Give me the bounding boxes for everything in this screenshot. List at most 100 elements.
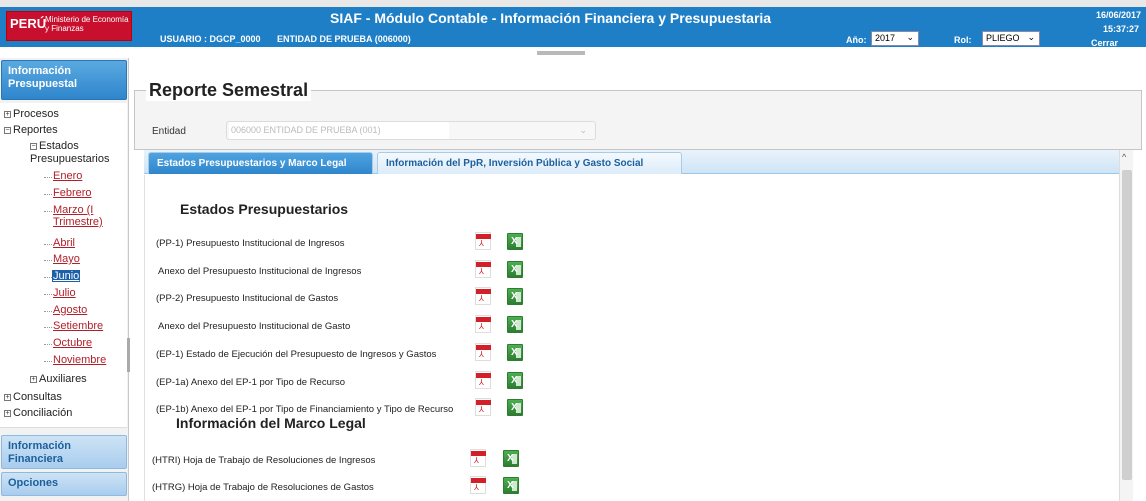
tree-connector	[44, 260, 52, 261]
tree-month-febrero[interactable]: Febrero	[53, 187, 92, 199]
top-strip	[0, 0, 1146, 7]
report-row-label: (HTRG) Hoja de Trabajo de Resoluciones d…	[152, 482, 374, 493]
report-row-label: (EP-1) Estado de Ejecución del Presupues…	[156, 349, 437, 360]
pdf-icon[interactable]: ⅄	[475, 398, 491, 416]
tree-item-estados-presupuestarios[interactable]: − Estados Presupuestarios	[30, 140, 120, 166]
role-value: PLIEGO	[986, 33, 1020, 43]
app-header: PERÚ Ministerio de Economía y Finanzas S…	[0, 0, 1146, 58]
excel-icon[interactable]: X	[507, 261, 523, 278]
tree-month-julio[interactable]: Julio	[53, 287, 76, 299]
tree-month-mayo[interactable]: Mayo	[53, 253, 80, 265]
excel-icon[interactable]: X	[507, 399, 523, 416]
tree-month-noviembre[interactable]: Noviembre	[53, 354, 106, 366]
entity-select-value: 006000 ENTIDAD DE PRUEBA (001)	[229, 122, 449, 139]
tree-month-octubre[interactable]: Octubre	[53, 337, 92, 349]
excel-icon[interactable]: X	[507, 344, 523, 361]
tree-connector	[44, 244, 52, 245]
current-time: 15:37:27	[1103, 24, 1140, 34]
chevron-down-icon: ⌄	[906, 32, 914, 42]
report-row-label: (PP-2) Presupuesto Institucional de Gast…	[156, 293, 339, 304]
current-date: 16/06/2017	[1096, 10, 1142, 20]
tab-informacion-ppr[interactable]: Información del PpR, Inversión Pública y…	[377, 152, 682, 174]
chevron-down-icon: ⌄	[1027, 32, 1035, 42]
entity-select[interactable]: 006000 ENTIDAD DE PRUEBA (001) ⌄	[226, 121, 596, 140]
report-row-label: Anexo del Presupuesto Institucional de G…	[158, 321, 351, 332]
expand-icon[interactable]: +	[4, 394, 11, 401]
pdf-icon[interactable]: ⅄	[475, 315, 491, 333]
tree-item-procesos[interactable]: + Procesos	[4, 108, 59, 120]
logout-link[interactable]: Cerrar sesión	[1091, 38, 1146, 58]
excel-icon[interactable]: X	[507, 316, 523, 333]
tree-item-conciliacion[interactable]: + Conciliación	[4, 407, 72, 419]
excel-icon[interactable]: X	[507, 372, 523, 389]
tree-connector	[44, 344, 52, 345]
entity-label: ENTIDAD DE PRUEBA (006000)	[277, 34, 411, 44]
logo-ministry: Ministerio de Economía y Finanzas	[45, 15, 129, 33]
tree-connector	[44, 361, 52, 362]
tree-connector	[44, 177, 52, 178]
expand-icon[interactable]: +	[30, 376, 37, 383]
section-informacion-financiera[interactable]: Información Financiera	[1, 435, 127, 469]
app-title: SIAF - Módulo Contable - Información Fin…	[330, 10, 772, 26]
tree-connector	[44, 327, 52, 328]
navigation-tree: + Procesos − Reportes − Estados Presupuesta…	[0, 103, 127, 428]
page-title: Reporte Semestral	[146, 80, 312, 101]
tree-month-junio[interactable]: Junio	[52, 270, 81, 282]
content-scrollbar[interactable]: ^	[1119, 150, 1133, 501]
tree-item-reportes[interactable]: − Reportes	[4, 124, 58, 136]
pdf-icon[interactable]: ⅄	[475, 343, 491, 361]
splitter-handle[interactable]	[537, 51, 585, 55]
sidebar-scrollbar[interactable]	[127, 338, 130, 372]
section-title-estados: Estados Presupuestarios	[180, 201, 349, 217]
tree-connector	[44, 311, 52, 312]
pdf-icon[interactable]: ⅄	[470, 476, 486, 494]
role-select[interactable]: PLIEGO ⌄	[982, 31, 1040, 46]
report-row-label: (HTRI) Hoja de Trabajo de Resoluciones d…	[152, 455, 376, 466]
mef-logo: PERÚ Ministerio de Economía y Finanzas	[6, 11, 132, 41]
pdf-icon[interactable]: ⅄	[475, 287, 491, 305]
tree-connector	[44, 194, 52, 195]
sidebar: Información Presupuestal + Procesos − Repo…	[0, 58, 130, 501]
entity-field-label: Entidad	[152, 126, 186, 137]
tree-month-marzo[interactable]: Marzo (I Trimestre)	[53, 204, 113, 228]
report-row-label: (PP-1) Presupuesto Institucional de Ingr…	[156, 238, 345, 249]
user-info: USUARIO : DGCP_0000 ENTIDAD DE PRUEBA (0…	[160, 34, 425, 44]
tree-month-abril[interactable]: Abril	[53, 237, 75, 249]
logo-peru: PERÚ	[10, 16, 47, 31]
user-label: USUARIO : DGCP_0000	[160, 34, 261, 44]
tree-item-auxiliares[interactable]: + Auxiliares	[30, 373, 87, 385]
collapse-icon[interactable]: −	[4, 127, 11, 134]
pdf-icon[interactable]: ⅄	[475, 260, 491, 278]
tree-item-consultas[interactable]: + Consultas	[4, 391, 62, 403]
scroll-up-icon[interactable]: ^	[1122, 152, 1126, 162]
tab-estados-presupuestarios[interactable]: Estados Presupuestarios y Marco Legal	[148, 152, 373, 174]
report-row-label: (EP-1a) Anexo del EP-1 por Tipo de Recur…	[156, 377, 346, 388]
tree-connector	[44, 211, 52, 212]
pdf-icon[interactable]: ⅄	[475, 232, 491, 250]
tree-month-agosto[interactable]: Agosto	[53, 304, 87, 316]
excel-icon[interactable]: X	[503, 450, 519, 467]
tab-bar: Estados Presupuestarios y Marco Legal In…	[144, 150, 1119, 174]
main-panel: Reporte Semestral Entidad 006000 ENTIDAD…	[134, 60, 1146, 501]
report-row-label: Anexo del Presupuesto Institucional de I…	[158, 266, 362, 277]
pdf-icon[interactable]: ⅄	[470, 449, 486, 467]
excel-icon[interactable]: X	[507, 233, 523, 250]
excel-icon[interactable]: X	[507, 288, 523, 305]
tree-month-enero[interactable]: Enero	[53, 170, 82, 182]
role-label: Rol:	[954, 35, 972, 45]
section-informacion-presupuestal[interactable]: Información Presupuestal	[1, 60, 127, 100]
chevron-down-icon: ⌄	[579, 125, 587, 135]
expand-icon[interactable]: +	[4, 111, 11, 118]
tree-connector	[44, 277, 52, 278]
tab-content: Estados Presupuestarios (PP-1) Presupues…	[144, 175, 1119, 501]
collapse-icon[interactable]: −	[30, 143, 37, 150]
excel-icon[interactable]: X	[503, 477, 519, 494]
year-select[interactable]: 2017 ⌄	[871, 31, 919, 46]
expand-icon[interactable]: +	[4, 410, 11, 417]
tree-month-setiembre[interactable]: Setiembre	[53, 320, 103, 332]
pdf-icon[interactable]: ⅄	[475, 371, 491, 389]
section-opciones[interactable]: Opciones	[1, 472, 127, 496]
tree-connector	[44, 294, 52, 295]
year-label: Año:	[846, 35, 867, 45]
scrollbar-thumb[interactable]	[1122, 170, 1132, 480]
